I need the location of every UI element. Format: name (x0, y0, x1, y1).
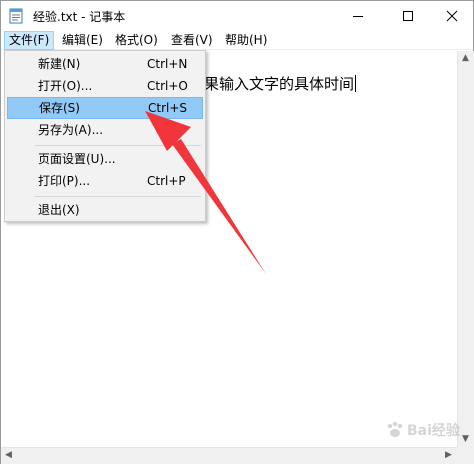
file-menu-print-shortcut: Ctrl+P (147, 174, 186, 188)
editor-text: 果输入文字的具体时间 (204, 73, 357, 94)
menu-bar: 文件(F) 编辑(E) 格式(O) 查看(V) 帮助(H) (1, 31, 473, 50)
file-menu-print[interactable]: 打印(P)... Ctrl+P (7, 170, 203, 192)
file-menu-new[interactable]: 新建(N) Ctrl+N (7, 53, 203, 75)
menu-help[interactable]: 帮助(H) (221, 31, 271, 50)
notepad-icon (9, 8, 23, 24)
menu-file[interactable]: 文件(F) (4, 31, 55, 50)
file-menu-save-shortcut: Ctrl+S (148, 101, 188, 115)
window-title: 经验.txt - 记事本 (33, 10, 126, 24)
file-menu-page-setup[interactable]: 页面设置(U)... (7, 148, 203, 170)
scroll-right-icon[interactable]: ▶ (445, 451, 452, 460)
title-bar: 经验.txt - 记事本 (1, 1, 473, 31)
maximize-icon (403, 11, 413, 21)
maximize-button[interactable] (385, 1, 431, 31)
scrollbar-corner (457, 447, 474, 464)
menu-separator (35, 145, 201, 146)
close-button[interactable] (429, 1, 474, 31)
file-menu-save-as[interactable]: 另存为(A)... (7, 119, 203, 141)
menu-edit[interactable]: 编辑(E) (58, 31, 107, 50)
file-menu-new-label: 新建(N) (38, 57, 81, 71)
text-caret (355, 75, 357, 92)
file-menu-exit-label: 退出(X) (38, 203, 80, 217)
menu-separator (35, 196, 201, 197)
file-menu-open[interactable]: 打开(O)... Ctrl+O (7, 75, 203, 97)
file-menu-dropdown: 新建(N) Ctrl+N 打开(O)... Ctrl+O 保存(S) Ctrl+… (4, 50, 206, 222)
scroll-up-icon[interactable]: ▲ (462, 54, 469, 63)
menu-format[interactable]: 格式(O) (111, 31, 162, 50)
file-menu-open-shortcut: Ctrl+O (147, 79, 188, 93)
paw-logo-icon (387, 421, 403, 437)
watermark-text: Bai经验 (407, 423, 460, 439)
file-menu-save[interactable]: 保存(S) Ctrl+S (7, 97, 203, 119)
file-menu-open-label: 打开(O)... (38, 79, 93, 93)
file-menu-page-setup-label: 页面设置(U)... (38, 152, 116, 166)
file-menu-save-label: 保存(S) (39, 101, 80, 115)
horizontal-scrollbar[interactable]: ◀ ▶ (1, 447, 457, 464)
notepad-window: 经验.txt - 记事本 文件(F) 编辑(E) 格式(O) 查看(V) 帮助(… (0, 0, 474, 464)
file-menu-exit[interactable]: 退出(X) (7, 199, 203, 221)
file-menu-save-as-label: 另存为(A)... (38, 123, 104, 137)
menu-view[interactable]: 查看(V) (167, 31, 217, 50)
minimize-icon (353, 16, 363, 17)
vertical-scrollbar[interactable]: ▲ ▼ (457, 51, 474, 447)
scroll-left-icon[interactable]: ◀ (5, 451, 12, 460)
editor-text-content: 果输入文字的具体时间 (204, 75, 355, 93)
baidu-watermark: Bai经验 (385, 416, 471, 444)
file-menu-new-shortcut: Ctrl+N (147, 57, 188, 71)
file-menu-print-label: 打印(P)... (38, 174, 91, 188)
minimize-button[interactable] (335, 1, 381, 31)
close-icon (446, 10, 458, 22)
